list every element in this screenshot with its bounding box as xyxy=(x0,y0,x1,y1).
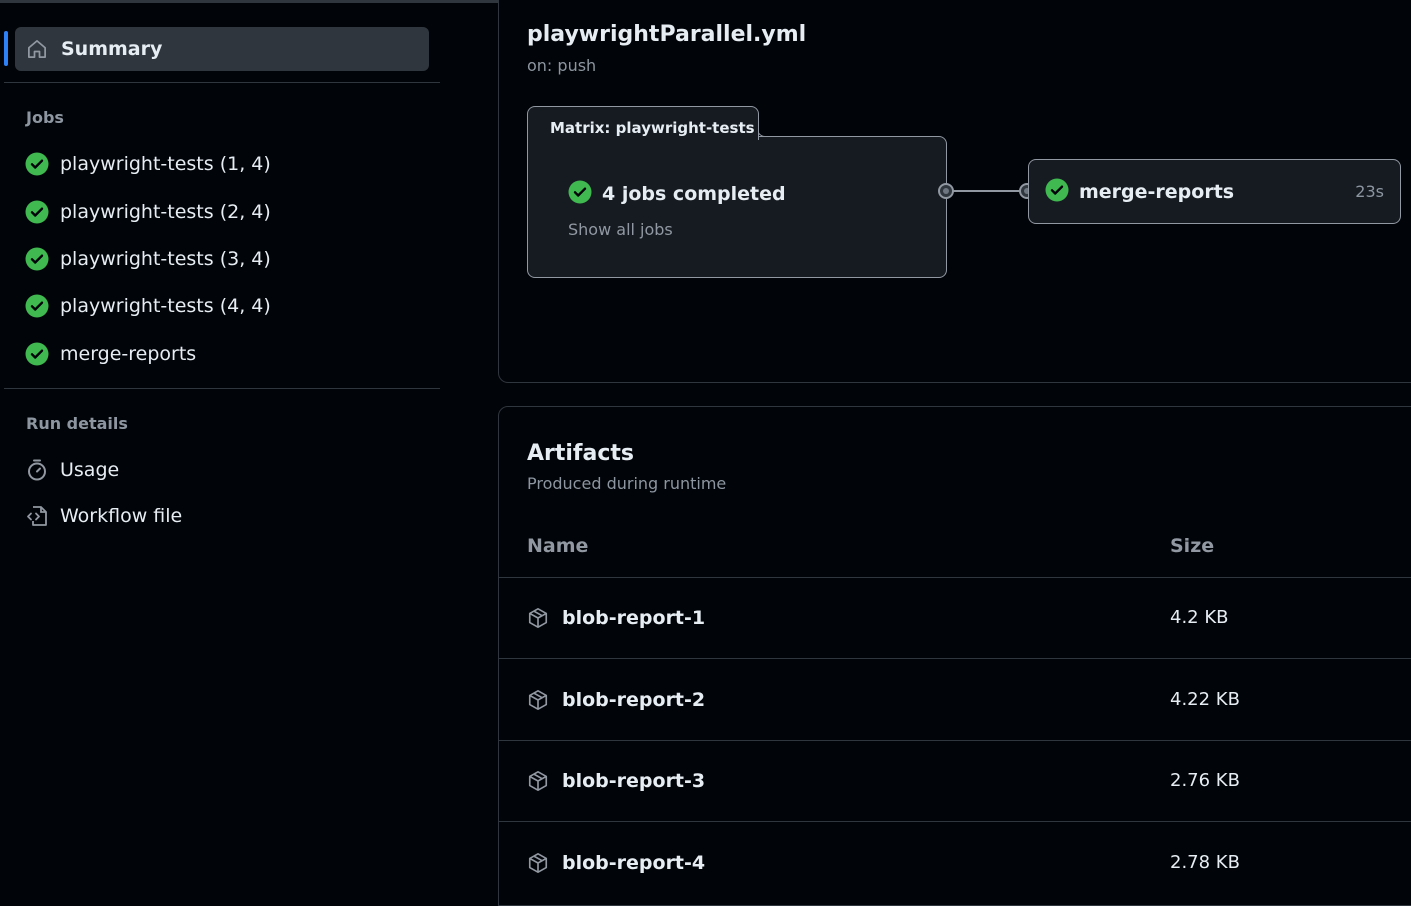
sidebar: Summary Jobs playwright-tests (1, 4) pla… xyxy=(0,0,445,887)
run-details-heading: Run details xyxy=(26,414,128,433)
artifact-name-link[interactable]: blob-report-4 xyxy=(562,852,705,874)
divider xyxy=(4,388,440,389)
artifact-name-link[interactable]: blob-report-2 xyxy=(562,689,705,711)
table-row: blob-report-1 xyxy=(527,603,705,633)
check-circle-icon xyxy=(24,199,50,225)
check-circle-icon xyxy=(24,341,50,367)
row-divider xyxy=(499,658,1411,659)
file-code-icon xyxy=(24,503,50,529)
workflow-file-label: Workflow file xyxy=(60,505,183,527)
matrix-status[interactable]: 4 jobs completed xyxy=(568,180,786,208)
merge-job-label: merge-reports xyxy=(1079,180,1235,203)
column-header-size: Size xyxy=(1170,535,1215,557)
package-icon xyxy=(527,607,549,629)
package-icon xyxy=(527,770,549,792)
jobs-completed-label: 4 jobs completed xyxy=(602,183,786,205)
artifact-name-link[interactable]: blob-report-3 xyxy=(562,770,705,792)
job-label: playwright-tests (4, 4) xyxy=(60,295,271,317)
home-icon xyxy=(27,39,47,59)
active-indicator xyxy=(4,31,8,66)
sidebar-item-workflow-file[interactable]: Workflow file xyxy=(24,498,182,534)
row-divider xyxy=(499,577,1411,578)
check-circle-icon xyxy=(1045,178,1069,206)
artifact-name-link[interactable]: blob-report-1 xyxy=(562,607,705,629)
check-circle-icon xyxy=(24,151,50,177)
connector-dot xyxy=(938,183,954,199)
artifact-size: 4.2 KB xyxy=(1170,607,1229,628)
sidebar-item-summary[interactable]: Summary xyxy=(15,27,429,71)
sidebar-item-job[interactable]: playwright-tests (4, 4) xyxy=(24,288,271,324)
table-row: blob-report-3 xyxy=(527,766,705,796)
merge-reports-job[interactable]: merge-reports 23s xyxy=(1028,159,1401,224)
sidebar-item-label: Summary xyxy=(61,38,163,60)
table-row: blob-report-2 xyxy=(527,685,705,715)
row-divider xyxy=(499,740,1411,741)
sidebar-item-job[interactable]: playwright-tests (1, 4) xyxy=(24,146,271,182)
column-header-name: Name xyxy=(527,535,589,557)
matrix-title: Matrix: playwright-tests xyxy=(550,119,755,137)
divider xyxy=(4,82,440,83)
row-divider xyxy=(499,821,1411,822)
job-label: playwright-tests (1, 4) xyxy=(60,153,271,175)
job-label: playwright-tests (3, 4) xyxy=(60,248,271,270)
artifact-size: 2.76 KB xyxy=(1170,770,1240,791)
sidebar-item-job[interactable]: playwright-tests (2, 4) xyxy=(24,194,271,230)
jobs-heading: Jobs xyxy=(26,108,64,127)
artifact-size: 4.22 KB xyxy=(1170,689,1240,710)
sidebar-item-usage[interactable]: Usage xyxy=(24,452,119,488)
stopwatch-icon xyxy=(24,457,50,483)
show-all-jobs-link[interactable]: Show all jobs xyxy=(568,220,673,239)
job-duration: 23s xyxy=(1355,182,1384,201)
artifact-size: 2.78 KB xyxy=(1170,852,1240,873)
matrix-tab-notch xyxy=(757,114,789,137)
usage-label: Usage xyxy=(60,459,120,481)
job-label: playwright-tests (2, 4) xyxy=(60,201,271,223)
check-circle-icon xyxy=(568,180,592,208)
artifacts-subtitle: Produced during runtime xyxy=(527,474,727,493)
artifacts-title: Artifacts xyxy=(527,441,635,466)
job-connector-line xyxy=(950,190,1026,192)
workflow-trigger: on: push xyxy=(527,56,597,75)
sidebar-item-job[interactable]: playwright-tests (3, 4) xyxy=(24,241,271,277)
check-circle-icon xyxy=(24,293,50,319)
package-icon xyxy=(527,852,549,874)
workflow-filename: playwrightParallel.yml xyxy=(527,22,807,47)
sidebar-item-job[interactable]: merge-reports xyxy=(24,336,196,372)
check-circle-icon xyxy=(24,246,50,272)
package-icon xyxy=(527,689,549,711)
job-label: merge-reports xyxy=(60,343,197,365)
table-row: blob-report-4 xyxy=(527,848,705,878)
